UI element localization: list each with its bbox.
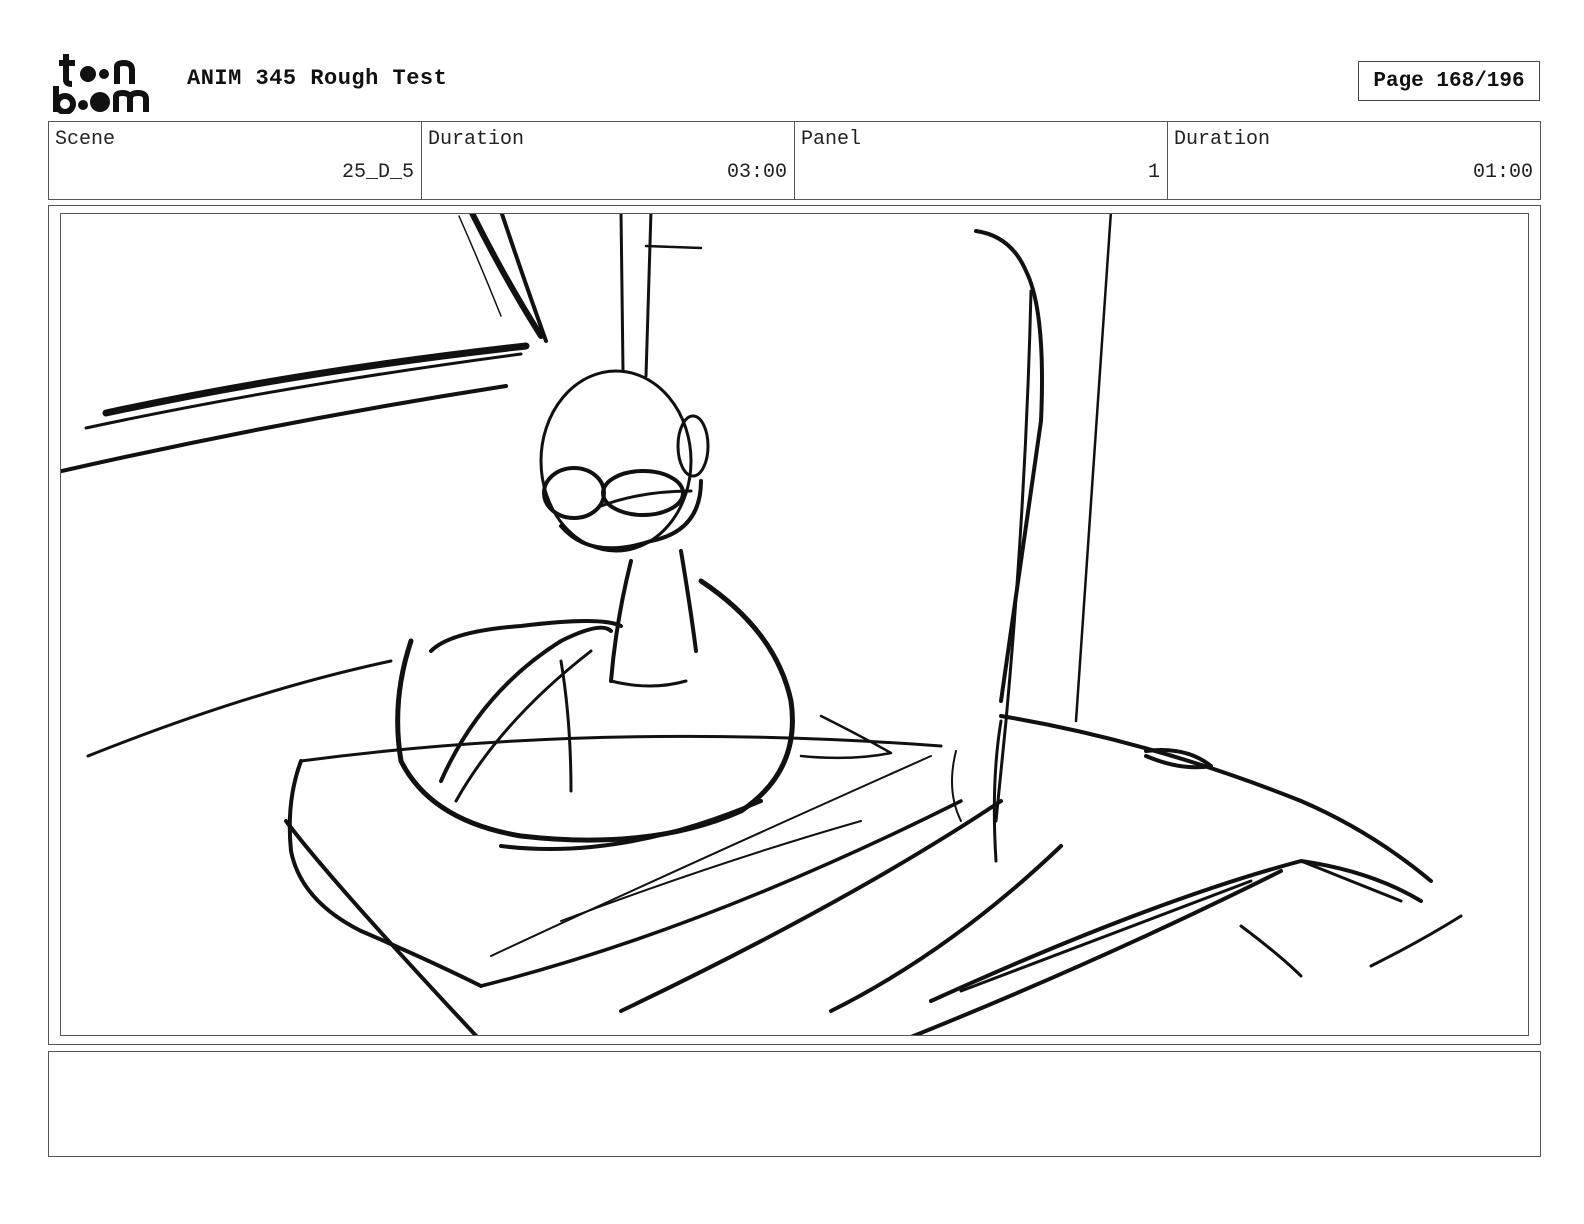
document-title: ANIM 345 Rough Test: [187, 66, 448, 91]
scene-cell: Scene 25_D_5: [49, 122, 422, 199]
scene-value: 25_D_5: [341, 161, 414, 184]
rough-sketch-drawing: [61, 214, 1463, 1035]
panel-duration-value: 01:00: [1472, 161, 1533, 184]
toonboom-logo: [53, 54, 149, 114]
notes-box: [48, 1051, 1541, 1157]
page-number: Page 168/196: [1358, 61, 1540, 101]
panel-duration-cell: Duration 01:00: [1168, 122, 1540, 199]
info-row: Scene 25_D_5 Duration 03:00 Panel 1 Dura…: [48, 121, 1541, 200]
panel-duration-label: Duration: [1174, 128, 1271, 151]
scene-duration-label: Duration: [428, 128, 525, 151]
scene-duration-cell: Duration 03:00: [422, 122, 795, 199]
panel-image: [60, 213, 1529, 1036]
panel-value: 1: [1147, 161, 1160, 184]
scene-label: Scene: [55, 128, 116, 151]
panel-label: Panel: [801, 128, 862, 151]
scene-duration-value: 03:00: [726, 161, 787, 184]
panel-cell: Panel 1: [795, 122, 1168, 199]
